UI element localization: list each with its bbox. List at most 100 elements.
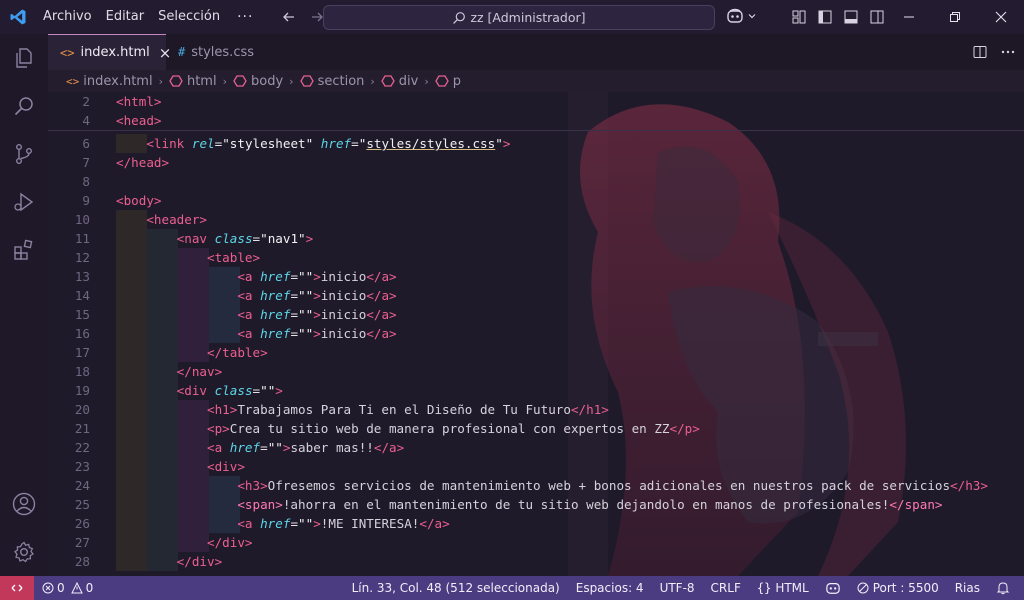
search-view-icon[interactable] [0,86,48,126]
code-line[interactable]: 27 </div> [48,533,1024,552]
breadcrumb-file[interactable]: <> index.html [66,74,153,89]
code-line[interactable]: 11 <nav class="nav1"> [48,229,1024,248]
code-text: </div> [176,554,223,569]
css-file-icon: # [178,45,186,59]
element-icon [435,75,449,87]
close-window-button[interactable] [978,0,1024,34]
activity-bar [0,34,48,576]
end-of-line[interactable]: CRLF [703,581,749,595]
element-icon [299,75,314,87]
code-text: <h1>Trabajamos Para Ti en el Diseño de T… [207,402,609,417]
breadcrumb-label: index.html [83,73,153,89]
breadcrumb-p[interactable]: p [435,74,461,89]
code-line[interactable]: 6 <link rel="stylesheet" href="styles/st… [48,134,1024,153]
search-text: zz [Administrador] [470,10,586,25]
chevron-right-icon: › [370,74,375,88]
code-line[interactable]: 22 <a href="">saber mas!!</a> [48,438,1024,457]
menu-editar[interactable]: Editar [99,0,152,34]
menu-seleccion[interactable]: Selección [151,0,227,34]
line-number: 20 [74,402,90,417]
restore-button[interactable] [932,0,978,34]
code-line[interactable]: 16 <a href="">inicio</a> [48,324,1024,343]
code-text: <div class=""> [176,383,283,398]
code-line[interactable]: 12 <table> [48,248,1024,267]
breadcrumb-label: html [186,73,217,89]
run-debug-icon[interactable] [0,182,48,222]
code-line[interactable]: 15 <a href="">inicio</a> [48,305,1024,324]
line-number: 4 [82,113,90,128]
code-text: <link rel="stylesheet" href="styles/styl… [146,136,511,151]
rias-item[interactable]: Rias [947,581,988,595]
code-line[interactable]: 28 </div> [48,552,1024,571]
breadcrumb-body[interactable]: body [233,74,283,89]
menu-more-button[interactable]: ··· [227,9,261,25]
breadcrumb-section[interactable]: section [299,74,364,89]
code-line[interactable]: 17 </table> [48,343,1024,362]
code-line[interactable]: 4 <head> [48,111,1024,130]
cursor-position[interactable]: Lín. 33, Col. 48 (512 seleccionada) [344,581,568,595]
line-number: 25 [74,497,90,512]
minimize-button[interactable] [886,0,932,34]
code-line[interactable]: 19 <div class=""> [48,381,1024,400]
code-line[interactable]: 20 <h1>Trabajamos Para Ti en el Diseño d… [48,400,1024,419]
code-line[interactable]: 10 <header> [48,210,1024,229]
code-line[interactable]: 7 </head> [48,153,1024,172]
code-line[interactable]: 9 <body> [48,191,1024,210]
code-line[interactable]: 26 <a href="">!ME INTERESA!</a> [48,514,1024,533]
problems-indicator[interactable]: 0 0 [34,581,101,595]
customize-layout-icon[interactable] [786,9,812,25]
live-server-port[interactable]: Port : 5500 [849,581,947,595]
line-number: 9 [82,193,90,208]
toggle-panel-icon[interactable] [838,9,864,25]
menu-archivo[interactable]: Archivo [36,0,99,34]
copilot-status-icon[interactable] [817,581,849,595]
breadcrumb-html[interactable]: html [169,74,217,89]
source-control-icon[interactable] [0,134,48,174]
more-actions-icon[interactable] [1000,44,1016,60]
no-entry-icon [857,582,869,594]
code-line[interactable]: 8 [48,172,1024,191]
code-line[interactable]: 14 <a href="">inicio</a> [48,286,1024,305]
port-label: Port : 5500 [872,581,939,595]
copilot-menu[interactable] [726,8,757,24]
code-text: <a href="">!ME INTERESA!</a> [237,516,450,531]
line-number: 16 [74,326,90,341]
line-number: 21 [74,421,90,436]
code-line[interactable]: 13 <a href="">inicio</a> [48,267,1024,286]
code-line[interactable]: 23 <div> [48,457,1024,476]
indentation[interactable]: Espacios: 4 [568,581,652,595]
code-line[interactable]: 18 </nav> [48,362,1024,381]
language-mode[interactable]: {} HTML [749,581,817,595]
code-text: <a href="">inicio</a> [237,326,397,341]
breadcrumb-div[interactable]: div [381,74,418,89]
code-text: <h3>Ofresemos servicios de mantenimiento… [237,478,988,493]
settings-gear-icon[interactable] [0,532,48,572]
code-text: <nav class="nav1"> [176,231,314,246]
code-line[interactable]: 21 <p>Crea tu sitio web de manera profes… [48,419,1024,438]
code-line[interactable]: 2 <html> [48,92,1024,111]
toggle-primary-sidebar-icon[interactable] [812,9,838,25]
tab-index-html[interactable]: <> index.html × [48,34,171,70]
code-text: <a href="">saber mas!!</a> [207,440,405,455]
tab-styles-css[interactable]: # styles.css [166,34,284,70]
code-text: <div> [207,459,245,474]
code-text: <head> [116,113,162,128]
explorer-icon[interactable] [0,38,48,78]
error-icon [42,582,54,594]
extensions-icon[interactable] [0,230,48,270]
remote-indicator-icon[interactable] [0,576,34,600]
line-number: 12 [74,250,90,265]
split-editor-icon[interactable] [972,44,988,60]
code-text: <table> [207,250,261,265]
notifications-bell-icon[interactable] [988,581,1024,595]
accounts-icon[interactable] [0,484,48,524]
command-center-search[interactable]: zz [Administrador] [323,5,715,30]
back-arrow-icon[interactable] [275,0,303,34]
code-line[interactable]: 24 <h3>Ofresemos servicios de mantenimie… [48,476,1024,495]
code-line[interactable]: 25 <span>!ahorra en el mantenimiento de … [48,495,1024,514]
code-text: <a href="">inicio</a> [237,288,397,303]
code-editor[interactable]: 2 <html> 4 <head> 6 <link rel="stylesheet" h… [48,92,1024,576]
line-number: 23 [74,459,90,474]
encoding[interactable]: UTF-8 [652,581,703,595]
line-number: 22 [74,440,90,455]
